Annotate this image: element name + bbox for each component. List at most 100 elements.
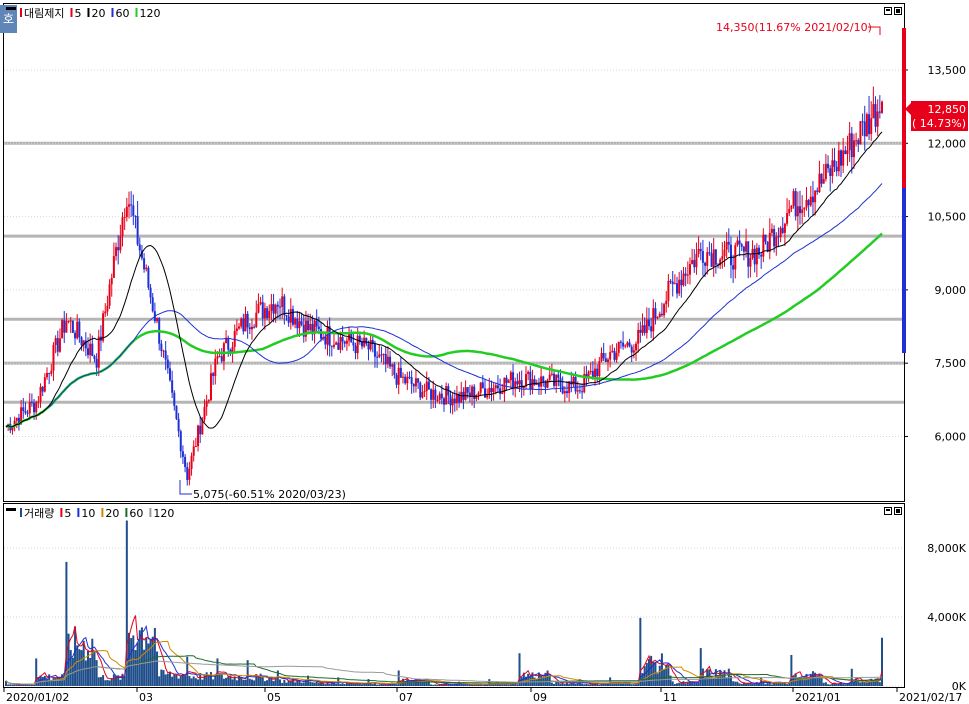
candle-body bbox=[240, 318, 243, 327]
volume-bar bbox=[706, 669, 709, 686]
candle-body bbox=[110, 277, 113, 285]
candle-body bbox=[544, 381, 547, 388]
candle-body bbox=[272, 304, 275, 314]
volume-bar bbox=[181, 674, 184, 686]
candle-body bbox=[706, 252, 709, 266]
candle-body bbox=[773, 228, 776, 247]
candle-body bbox=[281, 296, 284, 307]
candle-body bbox=[684, 273, 687, 276]
candle-body bbox=[617, 341, 620, 353]
volume-bar bbox=[695, 682, 698, 686]
candle-body bbox=[639, 329, 642, 333]
candle-body bbox=[714, 249, 717, 265]
legend-label: 거래량 bbox=[24, 507, 54, 520]
candle-body bbox=[561, 386, 564, 394]
volume-bar bbox=[162, 670, 165, 686]
candle-body bbox=[824, 163, 827, 180]
candle-body bbox=[859, 121, 862, 145]
volume-bar bbox=[227, 676, 230, 686]
volume-bar bbox=[134, 650, 137, 686]
candle-body bbox=[427, 381, 430, 390]
volume-bar bbox=[311, 682, 314, 686]
candle-body bbox=[840, 150, 843, 166]
volume-bar bbox=[145, 637, 148, 686]
candle-body bbox=[611, 350, 614, 353]
volume-bar bbox=[328, 684, 331, 686]
current-change-text: ( 14.73%) bbox=[912, 117, 966, 130]
candle-body bbox=[686, 274, 689, 276]
candle-body bbox=[86, 348, 89, 356]
candle-body bbox=[535, 383, 538, 385]
candle-body bbox=[667, 280, 670, 301]
candle-body bbox=[123, 216, 126, 218]
volume-bar bbox=[166, 673, 169, 686]
legend-label: 60 bbox=[115, 7, 129, 20]
volume-bar bbox=[99, 677, 102, 686]
volume-bar bbox=[645, 662, 648, 686]
candle-body bbox=[555, 374, 558, 386]
volume-bar bbox=[11, 684, 14, 686]
candle-body bbox=[563, 391, 566, 394]
candle-body bbox=[881, 101, 883, 113]
candle-body bbox=[175, 405, 178, 419]
volume-bar bbox=[550, 682, 553, 686]
candle-body bbox=[622, 342, 625, 347]
candle-body bbox=[164, 350, 167, 360]
volume-bar bbox=[322, 682, 325, 686]
candle-body bbox=[609, 352, 612, 360]
candle-body bbox=[440, 393, 443, 399]
candle-body bbox=[104, 311, 107, 314]
volume-bar bbox=[736, 681, 739, 686]
x-tick-label: 05 bbox=[267, 691, 281, 704]
candle-body bbox=[33, 402, 36, 413]
volume-bar bbox=[253, 680, 256, 686]
candle-body bbox=[248, 327, 251, 330]
candle-body bbox=[78, 321, 81, 338]
volume-bar bbox=[658, 665, 661, 686]
candle-body bbox=[214, 358, 217, 376]
candle-body bbox=[192, 446, 195, 456]
volume-bar bbox=[462, 684, 465, 686]
volume-bar bbox=[279, 679, 282, 686]
candle-body bbox=[704, 262, 707, 266]
candle-body bbox=[367, 343, 370, 350]
candle-body bbox=[876, 111, 879, 127]
candle-body bbox=[868, 114, 871, 135]
candle-body bbox=[693, 260, 696, 268]
candle-body bbox=[395, 374, 398, 385]
candle-body bbox=[548, 374, 551, 380]
candle-body bbox=[518, 380, 521, 385]
candle-body bbox=[285, 315, 288, 317]
volume-panel-toggle[interactable] bbox=[6, 508, 16, 511]
candle-body bbox=[524, 374, 527, 387]
candle-body bbox=[827, 163, 830, 169]
price-panel-toggle[interactable] bbox=[6, 7, 16, 10]
volume-bar bbox=[503, 684, 506, 686]
volume-bar bbox=[803, 679, 806, 686]
volume-bar bbox=[654, 662, 657, 686]
candle-body bbox=[669, 280, 672, 282]
candle-body bbox=[516, 381, 519, 385]
volume-bar bbox=[546, 670, 549, 686]
candle-body bbox=[216, 356, 219, 359]
candle-body bbox=[721, 256, 724, 260]
candle-body bbox=[287, 316, 290, 323]
candle-body bbox=[781, 227, 784, 233]
volume-bar bbox=[231, 679, 234, 686]
volume-bar bbox=[540, 674, 543, 686]
candle-body bbox=[822, 179, 825, 184]
candle-body bbox=[207, 400, 210, 402]
legend-label: 20 bbox=[91, 7, 105, 20]
volume-bar bbox=[587, 684, 590, 686]
candle-body bbox=[436, 399, 439, 401]
candle-body bbox=[799, 206, 802, 214]
volume-bar bbox=[822, 682, 825, 686]
candle-body bbox=[339, 337, 342, 350]
candle-body bbox=[102, 313, 105, 341]
candle-body bbox=[220, 356, 223, 362]
candle-body bbox=[816, 190, 819, 192]
volume-bar bbox=[574, 683, 577, 686]
volume-bar bbox=[229, 676, 232, 686]
candle-body bbox=[268, 310, 271, 318]
candle-body bbox=[501, 392, 504, 394]
